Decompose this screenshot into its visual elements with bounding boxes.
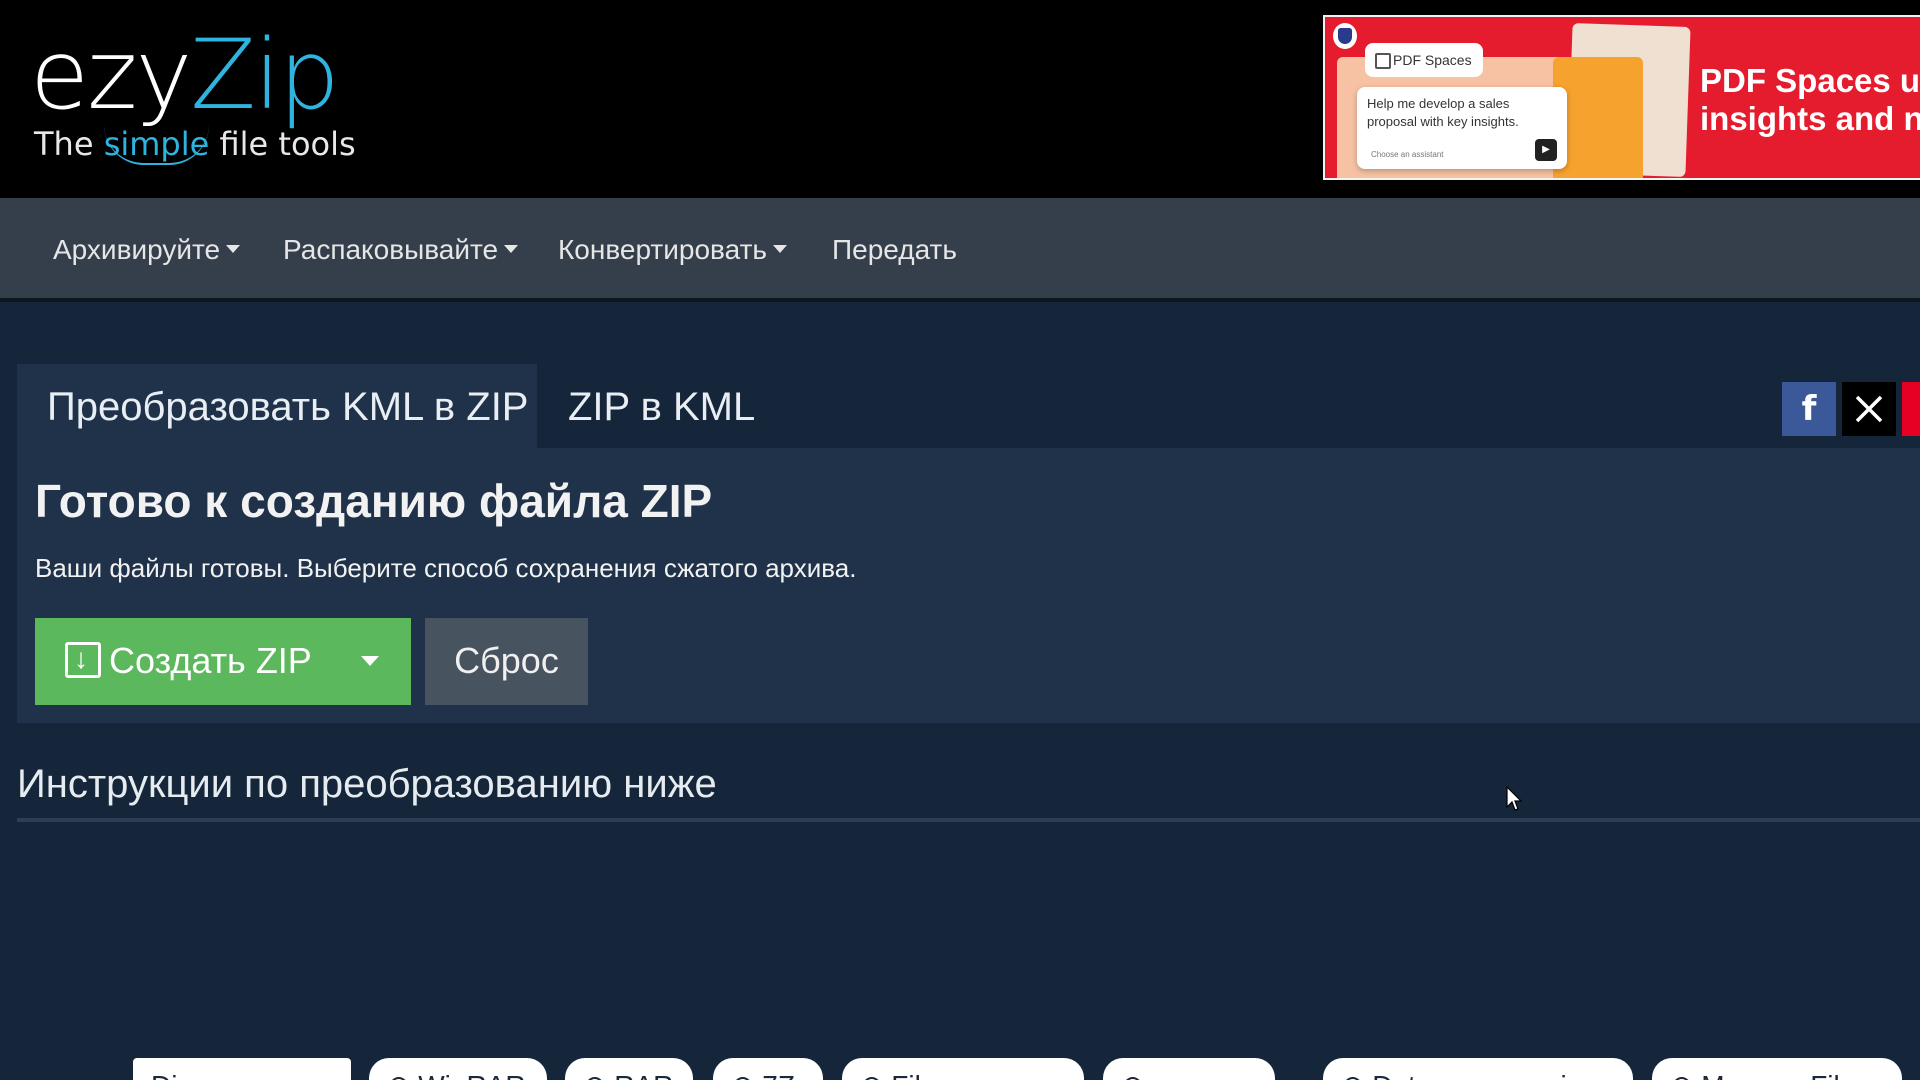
tab-label: Преобразовать KML в ZIP [47, 385, 529, 429]
panel-subtitle: Ваши файлы готовы. Выберите способ сохра… [35, 553, 857, 583]
caret-down-icon [504, 245, 519, 253]
nav-item-convert[interactable]: Конвертировать [558, 230, 787, 270]
tab-zip-to-kml[interactable]: ZIP в KML [538, 364, 778, 448]
advertisement-banner[interactable]: PDF Spaces Help me develop a sales propo… [1323, 15, 1920, 180]
nav-item-extract[interactable]: Распаковывайте [283, 230, 519, 270]
ad-popup: Help me develop a sales proposal with ke… [1357, 87, 1567, 169]
nav-item-archive[interactable]: Архивируйте [53, 230, 241, 270]
related-chip[interactable]: ⊙ ... [1103, 1058, 1275, 1080]
tab-kml-to-zip[interactable]: Преобразовать KML в ZIP [17, 364, 537, 448]
nav-item-transfer[interactable]: Передать [832, 230, 957, 270]
ad-headline: PDF Spaces u insights and n [1700, 62, 1920, 137]
panel-title: Готово к созданию файла ZIP [35, 475, 713, 527]
create-zip-dropdown-toggle[interactable] [350, 651, 390, 671]
x-share-button[interactable] [1842, 382, 1896, 436]
related-chip[interactable]: ⊙ Manage Files [1652, 1058, 1902, 1080]
logo-tagline: The simple file tools [34, 125, 356, 165]
site-header: ezyZip The simple file tools PDF Spaces … [0, 0, 1920, 198]
instructions-heading: Инструкции по преобразованию ниже [17, 762, 717, 806]
reset-button[interactable]: Сброс [425, 618, 588, 705]
x-icon [1855, 395, 1883, 423]
mouse-cursor-icon [1506, 786, 1522, 811]
related-chip[interactable]: Dir... [133, 1058, 351, 1080]
main-navbar: Архивируйте Распаковывайте Конвертироват… [0, 198, 1920, 302]
ad-shield-icon [1333, 23, 1357, 49]
ad-popup-text: Help me develop a sales proposal with ke… [1367, 96, 1519, 129]
logo-wordmark: ezyZip [30, 19, 340, 131]
related-chip[interactable]: ⊙ Data compression [1323, 1058, 1633, 1080]
caret-down-icon [772, 245, 787, 253]
ready-panel: Готово к созданию файла ZIP Ваши файлы г… [17, 448, 1920, 723]
ad-popup-choose: Choose an assistant [1371, 150, 1444, 159]
related-chip[interactable]: ⊙ 7Z [713, 1058, 823, 1080]
download-icon [65, 639, 101, 679]
create-zip-label: Создать ZIP [109, 640, 312, 681]
create-zip-button[interactable]: Создать ZIP [35, 618, 411, 705]
ad-pill-label: PDF Spaces [1365, 43, 1483, 77]
reset-label: Сброс [454, 640, 559, 681]
facebook-icon: f [1801, 389, 1817, 429]
related-chip[interactable]: ⊙ RAR [565, 1058, 693, 1080]
related-chip[interactable]: ⊙ WinRAR [369, 1058, 547, 1080]
facebook-share-button[interactable]: f [1782, 382, 1836, 436]
send-icon: ▶ [1535, 139, 1557, 161]
pinterest-share-button[interactable] [1902, 382, 1920, 436]
related-chip[interactable]: ⊙ File manager [842, 1058, 1084, 1080]
caret-down-icon [361, 656, 379, 666]
divider [17, 818, 1920, 822]
tab-label: ZIP в KML [568, 385, 756, 429]
ezyzip-logo[interactable]: ezyZip The simple file tools [30, 19, 356, 170]
caret-down-icon [226, 245, 241, 253]
